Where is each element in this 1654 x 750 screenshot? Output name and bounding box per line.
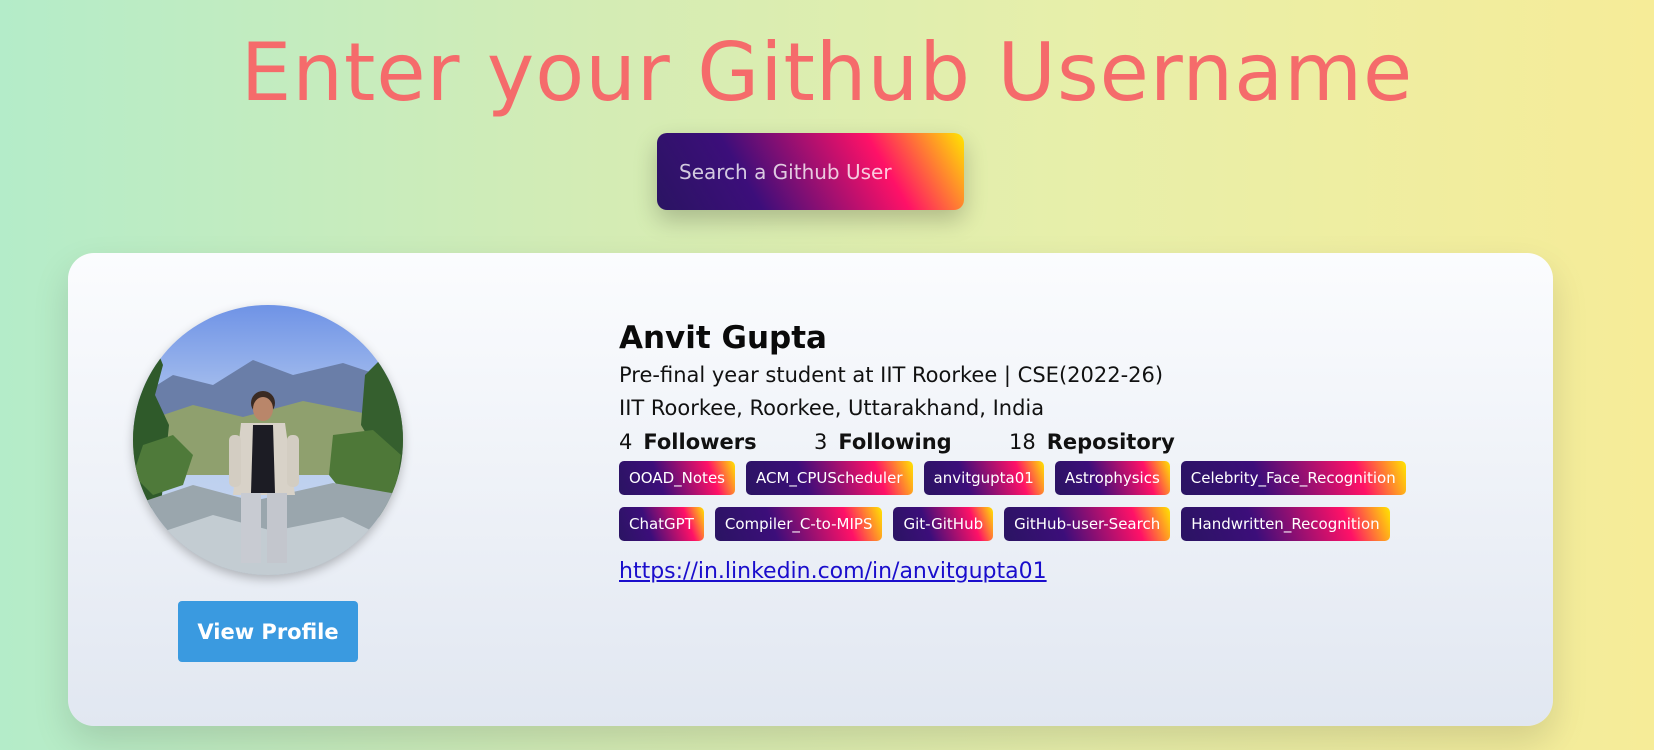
user-stats: 4 Followers 3 Following 18 Repository <box>619 425 1519 459</box>
user-name: Anvit Gupta <box>619 320 827 356</box>
repo-tag[interactable]: Compiler_C-to-MIPS <box>714 507 883 541</box>
followers-count: 4 <box>619 430 633 454</box>
profile-info: Anvit Gupta Pre-final year student at II… <box>619 319 1519 584</box>
linkedin-link[interactable]: https://in.linkedin.com/in/anvitgupta01 <box>619 559 1047 584</box>
following-count: 3 <box>814 430 828 454</box>
repo-tag[interactable]: OOAD_Notes <box>619 461 735 495</box>
view-profile-button[interactable]: View Profile <box>178 601 358 662</box>
repos-stat: 18 Repository <box>1009 425 1175 459</box>
search-input[interactable] <box>657 133 964 210</box>
repo-tag[interactable]: ACM_CPUScheduler <box>745 461 913 495</box>
page-title: Enter your Github Username <box>240 26 1414 119</box>
repo-tag[interactable]: Celebrity_Face_Recognition <box>1180 461 1406 495</box>
repo-tag[interactable]: ChatGPT <box>619 507 704 541</box>
user-location: IIT Roorkee, Roorkee, Uttarakhand, India <box>619 396 1045 420</box>
user-bio: Pre-final year student at IIT Roorkee | … <box>619 363 1164 387</box>
following-stat: 3 Following <box>814 425 1009 459</box>
followers-label: Followers <box>643 430 757 454</box>
repo-tag[interactable]: Astrophysics <box>1054 461 1170 495</box>
repo-tag[interactable]: Handwritten_Recognition <box>1181 507 1390 541</box>
repo-tag[interactable]: GitHub-user-Search <box>1004 507 1171 541</box>
followers-stat: 4 Followers <box>619 425 814 459</box>
repo-list: OOAD_Notes ACM_CPUScheduler anvitgupta01… <box>619 461 1439 553</box>
profile-card: View Profile Anvit Gupta Pre-final year … <box>68 253 1553 726</box>
avatar <box>133 305 403 575</box>
following-label: Following <box>838 430 952 454</box>
repos-count: 18 <box>1009 430 1036 454</box>
repos-label: Repository <box>1046 430 1175 454</box>
repo-tag[interactable]: anvitgupta01 <box>923 461 1044 495</box>
repo-tag[interactable]: Git-GitHub <box>893 507 994 541</box>
avatar-photo-icon <box>133 305 403 575</box>
